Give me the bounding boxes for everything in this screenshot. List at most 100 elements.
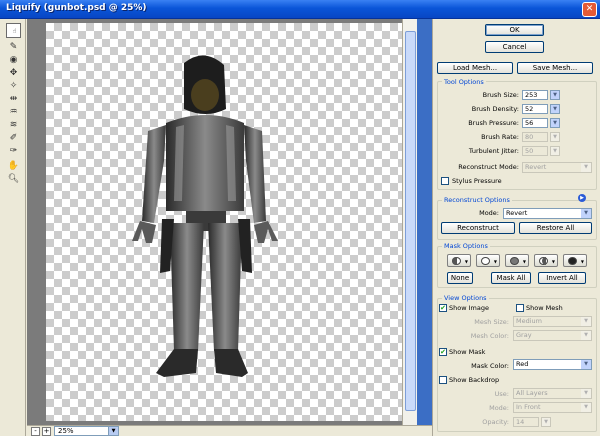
chevron-down-icon: ▼ (581, 209, 591, 218)
opacity-label: Opacity: (482, 418, 509, 426)
backdrop-mode-select: In Front ▼ (513, 402, 592, 413)
opacity-input: 14 (513, 417, 539, 427)
view-options-title: View Options (442, 294, 489, 302)
show-mesh-checkbox[interactable] (516, 304, 524, 312)
mesh-size-select: Medium ▼ (513, 316, 592, 327)
preview-area (27, 19, 432, 425)
brush-size-input[interactable]: 253 (522, 90, 548, 100)
backdrop-use-value: All Layers (516, 389, 548, 397)
hand-icon[interactable]: ✋ (7, 161, 20, 172)
mask-color-select[interactable]: Red ▼ (513, 359, 592, 370)
forward-warp-icon[interactable]: ☝ (6, 23, 21, 38)
show-image-label: Show Image (449, 304, 489, 312)
freeze-mask-icon[interactable]: ✐ (7, 133, 20, 144)
mirror-icon[interactable]: ♒ (7, 107, 20, 118)
info-icon[interactable]: ▶ (578, 194, 586, 202)
intersect-selection-button[interactable]: ▼ (534, 254, 558, 267)
mesh-color-label: Mesh Color: (470, 332, 509, 340)
mesh-size-label: Mesh Size: (474, 318, 509, 326)
push-left-icon[interactable]: ⇹ (7, 94, 20, 105)
window-border (417, 19, 432, 425)
brush-density-label: Brush Density: (471, 105, 519, 113)
turbulent-jitter-label: Turbulent Jitter: (468, 147, 519, 155)
use-label: Use: (494, 390, 509, 398)
save-mesh-button[interactable]: Save Mesh... (517, 62, 593, 74)
show-image-checkbox[interactable]: ✔ (439, 304, 447, 312)
reconstruct-button[interactable]: Reconstruct (441, 222, 515, 234)
vertical-scrollbar[interactable] (402, 19, 417, 425)
tool-bar: ☝ ✎ ◉ ✥ ✧ ⇹ ♒ ≋ ✐ ✑ ✋ 🔍︎ (0, 19, 26, 436)
reconstruct-mode-dropdown[interactable]: Revert ▼ (503, 208, 592, 219)
twirl-clockwise-icon[interactable]: ◉ (7, 55, 20, 66)
tool-options-title: Tool Options (442, 78, 486, 86)
turbulence-icon[interactable]: ≋ (7, 120, 20, 131)
show-mask-label: Show Mask (449, 348, 486, 356)
chevron-down-icon: ▼ (550, 132, 560, 142)
zoom-in-button[interactable]: + (42, 427, 51, 436)
replace-selection-button[interactable]: ▼ (447, 254, 471, 267)
backdrop-mode-value: In Front (516, 403, 541, 411)
options-panel: OK Cancel Load Mesh... Save Mesh... Tool… (432, 19, 600, 436)
close-icon[interactable]: ✕ (582, 2, 597, 17)
gunbot-figure (132, 55, 278, 377)
reconstruct-mode-label: Reconstruct Mode: (458, 163, 519, 171)
restore-all-button[interactable]: Restore All (519, 222, 592, 234)
stylus-pressure-label: Stylus Pressure (452, 177, 502, 185)
mesh-color-value: Gray (516, 331, 532, 339)
mask-color-value: Red (516, 360, 529, 368)
show-mask-checkbox[interactable]: ✔ (439, 348, 447, 356)
chevron-down-icon[interactable]: ▼ (550, 90, 560, 100)
mode-label: Mode: (479, 209, 499, 217)
mesh-size-value: Medium (516, 317, 542, 325)
cancel-button[interactable]: Cancel (485, 41, 544, 53)
show-backdrop-checkbox[interactable] (439, 376, 447, 384)
pucker-icon[interactable]: ✥ (7, 68, 20, 79)
chevron-down-icon: ▼ (581, 317, 591, 326)
mask-all-button[interactable]: Mask All (491, 272, 531, 284)
brush-pressure-label: Brush Pressure: (468, 119, 519, 127)
brush-size-label: Brush Size: (482, 91, 519, 99)
ok-button[interactable]: OK (485, 24, 544, 36)
title-bar[interactable]: Liquify (gunbot.psd @ 25%) ✕ (0, 0, 600, 19)
zoom-out-button[interactable]: - (31, 427, 40, 436)
brush-rate-label: Brush Rate: (481, 133, 519, 141)
invert-selection-button[interactable]: ▼ (563, 254, 587, 267)
backdrop-use-select: All Layers ▼ (513, 388, 592, 399)
zoom-level-value: 25% (58, 427, 74, 435)
scrollbar-thumb[interactable] (405, 31, 416, 411)
reconstruct-options-title: Reconstruct Options (442, 196, 512, 204)
zoom-level-select[interactable]: 25% ▼ (54, 426, 119, 436)
load-mesh-button[interactable]: Load Mesh... (437, 62, 513, 74)
brush-density-input[interactable]: 52 (522, 104, 548, 114)
reconstruct-options-section (437, 200, 597, 240)
subtract-from-selection-button[interactable]: ▼ (505, 254, 529, 267)
reconstruct-mode-select: Revert ▼ (522, 162, 592, 173)
chevron-down-icon[interactable]: ▼ (550, 118, 560, 128)
chevron-down-icon: ▼ (108, 427, 118, 435)
backdrop-mode-label: Mode: (489, 404, 509, 412)
reconstruct-mode-value: Revert (525, 163, 547, 171)
brush-pressure-input[interactable]: 56 (522, 118, 548, 128)
bloat-icon[interactable]: ✧ (7, 81, 20, 92)
thaw-mask-icon[interactable]: ✑ (7, 146, 20, 157)
chevron-down-icon: ▼ (581, 403, 591, 412)
mask-options-title: Mask Options (442, 242, 490, 250)
chevron-down-icon: ▼ (581, 163, 591, 172)
liquify-dialog: Liquify (gunbot.psd @ 25%) ✕ ☝ ✎ ◉ ✥ ✧ ⇹… (0, 0, 600, 436)
preview-canvas[interactable] (46, 23, 402, 421)
add-to-selection-button[interactable]: ▼ (476, 254, 500, 267)
reconstruct-tool-icon[interactable]: ✎ (7, 42, 20, 53)
mask-mode-buttons: ▼ ▼ ▼ ▼ ▼ (447, 254, 587, 267)
chevron-down-icon: ▼ (581, 331, 591, 340)
chevron-down-icon[interactable]: ▼ (550, 104, 560, 114)
invert-all-button[interactable]: Invert All (538, 272, 586, 284)
brush-rate-input: 80 (522, 132, 548, 142)
show-mesh-label: Show Mesh (526, 304, 563, 312)
mask-none-button[interactable]: None (447, 272, 473, 284)
stylus-pressure-checkbox[interactable] (441, 177, 449, 185)
chevron-down-icon: ▼ (541, 417, 551, 427)
chevron-down-icon: ▼ (581, 389, 591, 398)
zoom-icon[interactable]: 🔍︎ (7, 174, 20, 185)
mask-color-label: Mask Color: (471, 362, 509, 370)
chevron-down-icon: ▼ (581, 360, 591, 369)
